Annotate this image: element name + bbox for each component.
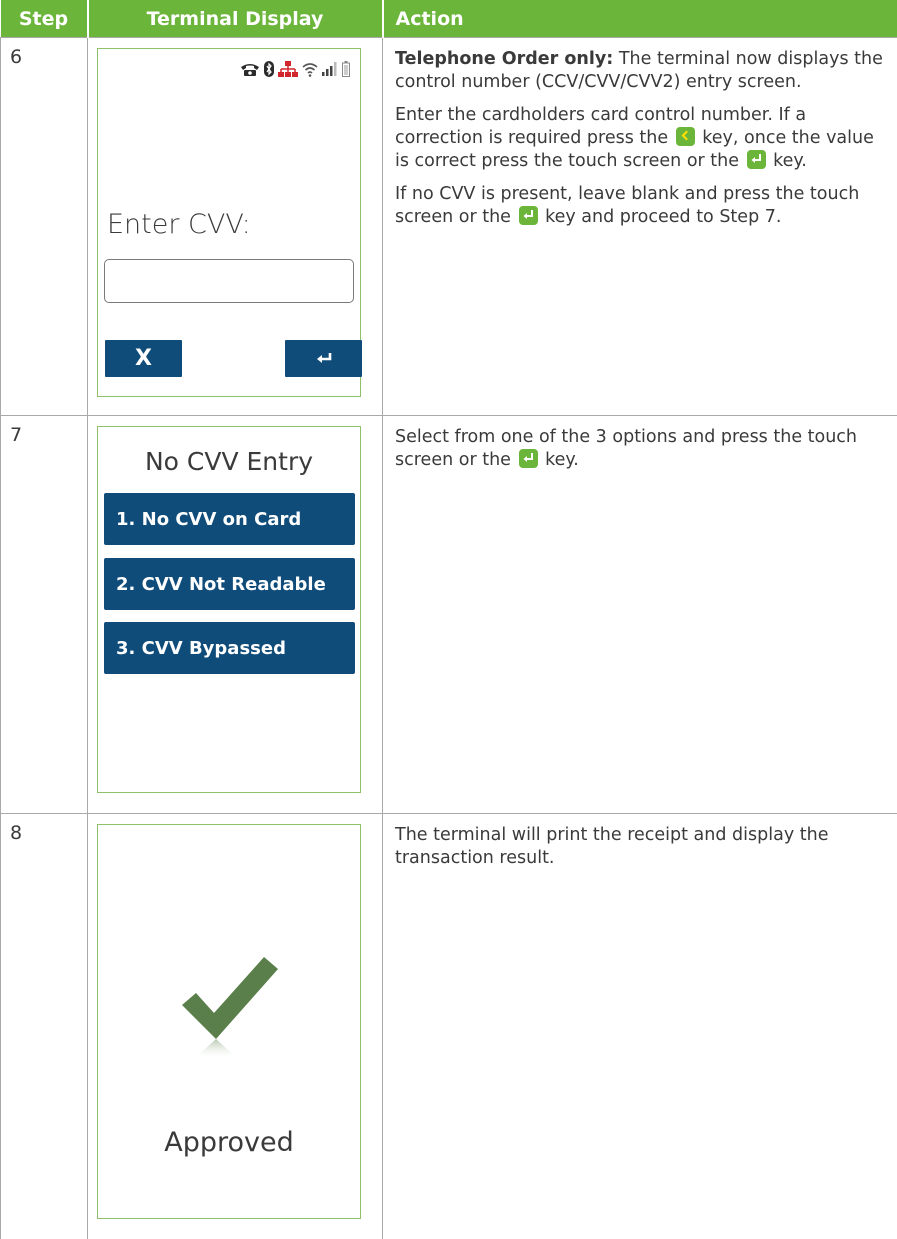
action-cell: The terminal will print the receipt and … [383, 814, 897, 1239]
wifi-icon [302, 62, 318, 77]
terminal-screen: No CVV Entry 1. No CVV on Card 2. CVV No… [97, 426, 361, 793]
action-paragraph: The terminal will print the receipt and … [395, 824, 883, 870]
battery-icon [342, 61, 350, 77]
back-key-icon [676, 127, 695, 146]
signal-bars-icon [322, 62, 338, 76]
action-cell: Telephone Order only: The terminal now d… [383, 38, 897, 416]
enter-key-icon [747, 150, 766, 169]
header-action: Action [383, 0, 897, 38]
cvv-input-field[interactable] [104, 259, 354, 303]
action-text: key. [768, 151, 807, 171]
option-no-cvv-on-card[interactable]: 1. No CVV on Card [104, 493, 355, 545]
step-number: 7 [1, 416, 88, 814]
table-row: 6 Enter CVV: X [1, 38, 897, 416]
action-text: Select from one of the 3 options and pre… [395, 427, 857, 470]
action-paragraph: If no CVV is present, leave blank and pr… [395, 183, 883, 229]
terminal-screen: Enter CVV: X [97, 48, 361, 397]
telephone-icon [240, 62, 260, 76]
no-cvv-entry-title: No CVV Entry [98, 447, 360, 476]
enter-button[interactable] [285, 340, 362, 377]
terminal-display-cell: No CVV Entry 1. No CVV on Card 2. CVV No… [88, 416, 383, 814]
action-paragraph: Enter the cardholders card control numbe… [395, 104, 883, 173]
step-number: 8 [1, 814, 88, 1239]
option-cvv-not-readable[interactable]: 2. CVV Not Readable [104, 558, 355, 610]
status-bar [240, 61, 350, 77]
enter-key-icon [519, 206, 538, 225]
option-cvv-bypassed[interactable]: 3. CVV Bypassed [104, 622, 355, 674]
network-icon [278, 61, 298, 77]
telephone-order-label: Telephone Order only: [395, 49, 613, 69]
enter-cvv-prompt: Enter CVV: [107, 209, 251, 240]
action-text: key and proceed to Step 7. [540, 207, 782, 227]
enter-arrow-icon [315, 353, 333, 365]
cancel-button[interactable]: X [105, 340, 182, 377]
terminal-screen: Approved [97, 824, 361, 1219]
table-row: 8 [1, 814, 897, 1239]
terminal-display-cell: Enter CVV: X [88, 38, 383, 416]
approved-result-label: Approved [98, 1127, 360, 1158]
bluetooth-icon [264, 61, 274, 77]
approved-check-icon [178, 953, 282, 1067]
instruction-table: Step Terminal Display Action 6 Ente [0, 0, 897, 1239]
table-row: 7 No CVV Entry 1. No CVV on Card 2. CVV … [1, 416, 897, 814]
step-number: 6 [1, 38, 88, 416]
action-cell: Select from one of the 3 options and pre… [383, 416, 897, 814]
header-step: Step [1, 0, 88, 38]
action-paragraph: Select from one of the 3 options and pre… [395, 426, 883, 472]
terminal-display-cell: Approved [88, 814, 383, 1239]
action-text: key. [540, 450, 579, 470]
enter-key-icon [519, 449, 538, 468]
table-header-row: Step Terminal Display Action [1, 0, 897, 38]
header-terminal-display: Terminal Display [88, 0, 383, 38]
action-paragraph: Telephone Order only: The terminal now d… [395, 48, 883, 94]
